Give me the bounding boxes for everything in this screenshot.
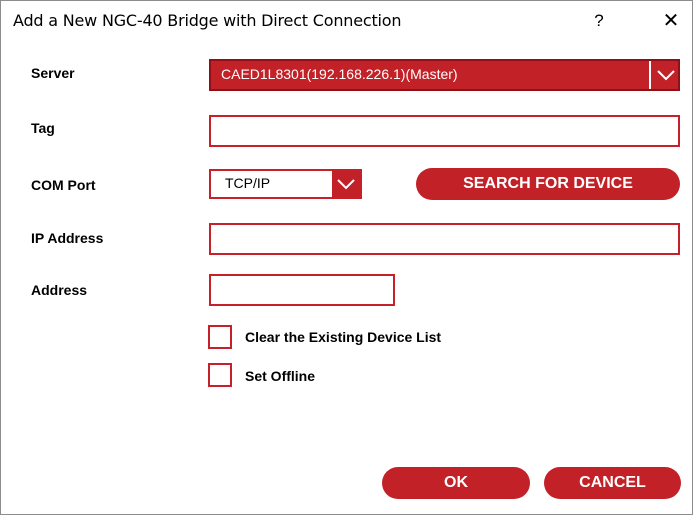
chevron-down-icon[interactable] (656, 67, 676, 83)
server-select-divider (649, 61, 651, 89)
tag-label: Tag (31, 120, 55, 136)
tag-input[interactable] (209, 115, 680, 147)
title-bar: Add a New NGC-40 Bridge with Direct Conn… (1, 1, 692, 41)
clear-device-list-label[interactable]: Clear the Existing Device List (245, 329, 441, 345)
cancel-button[interactable]: CANCEL (544, 467, 681, 499)
clear-device-list-checkbox[interactable] (208, 325, 232, 349)
ok-button[interactable]: OK (382, 467, 530, 499)
server-select-value: CAED1L8301(192.168.226.1)(Master) (221, 66, 458, 82)
com-port-select-value: TCP/IP (225, 175, 271, 191)
server-select[interactable]: CAED1L8301(192.168.226.1)(Master) (209, 59, 680, 91)
set-offline-checkbox[interactable] (208, 363, 232, 387)
server-label: Server (31, 65, 75, 81)
dialog-window: Add a New NGC-40 Bridge with Direct Conn… (0, 0, 693, 515)
window-title: Add a New NGC-40 Bridge with Direct Conn… (13, 11, 402, 30)
address-label: Address (31, 282, 88, 298)
address-input[interactable] (209, 274, 395, 306)
set-offline-label[interactable]: Set Offline (245, 368, 315, 384)
close-button[interactable]: ✕ (657, 8, 685, 34)
help-button[interactable]: ? (587, 9, 611, 33)
ip-address-label: IP Address (31, 230, 104, 246)
search-for-device-button[interactable]: SEARCH FOR DEVICE (416, 168, 680, 200)
chevron-down-icon (337, 179, 355, 190)
ip-address-input[interactable] (209, 223, 680, 255)
com-port-select[interactable]: TCP/IP (209, 169, 362, 199)
com-port-dropdown-button[interactable] (332, 171, 360, 197)
com-port-label: COM Port (31, 177, 96, 193)
